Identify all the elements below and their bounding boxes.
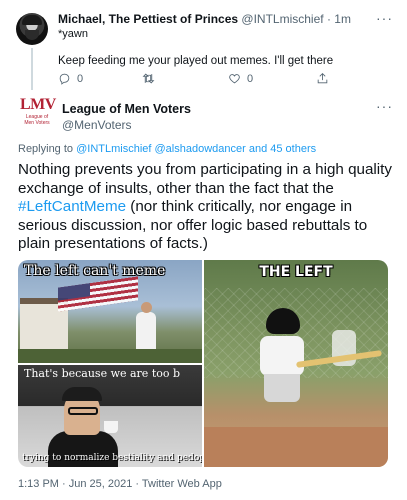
- dirt-shape: [204, 427, 388, 467]
- reply-header: Michael, The Pettiest of Princes @INTLmi…: [58, 12, 351, 26]
- tweet-body: Nothing prevents you from participating …: [18, 161, 398, 254]
- main-display-name[interactable]: League of Men Voters: [62, 102, 191, 116]
- share-icon: [317, 73, 328, 84]
- lmv-logo: LMV: [20, 96, 56, 113]
- retweet-icon: [142, 73, 155, 84]
- reply-avatar[interactable]: [16, 13, 48, 45]
- reply-text: Keep feeding me your played out memes. I…: [58, 55, 334, 67]
- cup-shape: [104, 421, 118, 433]
- more-icon[interactable]: ···: [376, 98, 393, 114]
- tweet-timestamp[interactable]: 1:13 PM · Jun 25, 2021 · Twitter Web App: [18, 478, 222, 490]
- replying-prefix: Replying to: [18, 143, 77, 155]
- avatar-beard: [25, 30, 39, 40]
- replying-to: Replying to @INTLmischief @alshadowdance…: [18, 143, 316, 155]
- reply-count: 0: [77, 72, 84, 85]
- replying-to-link[interactable]: @INTLmischief @alshadowdancer and 45 oth…: [76, 143, 316, 155]
- reply-button[interactable]: 0: [58, 72, 83, 85]
- shirt-shape: [260, 336, 304, 376]
- pants-shape: [264, 374, 300, 402]
- meme-caption-bottom-left: That's because we are too b: [24, 367, 181, 380]
- more-icon[interactable]: ···: [376, 10, 393, 26]
- reply-handle[interactable]: @INTLmischief: [241, 12, 323, 26]
- media-image-right[interactable]: THE LEFT: [204, 260, 388, 467]
- media-grid: The left can't meme That's because we ar…: [18, 260, 388, 467]
- main-avatar[interactable]: LMV League of Men Voters: [20, 96, 56, 132]
- hashtag-link[interactable]: #LeftCantMeme: [18, 198, 126, 215]
- person-shape: [136, 302, 156, 352]
- media-image-bottom-left[interactable]: That's because we are too b trying to no…: [18, 365, 202, 467]
- meme-caption-top-left: The left can't meme: [24, 263, 166, 279]
- reply-subline: *yawn: [58, 28, 88, 40]
- like-icon: [229, 74, 240, 84]
- batter-shape: [256, 308, 308, 402]
- avatar-hair: [22, 15, 42, 25]
- helmet-shape: [266, 308, 300, 334]
- like-count: 0: [247, 72, 254, 85]
- meme-caption-right: THE LEFT: [259, 264, 333, 280]
- reply-tweet[interactable]: Michael, The Pettiest of Princes @INTLmi…: [0, 0, 407, 90]
- media-image-top-left[interactable]: The left can't meme: [18, 260, 202, 363]
- lmv-logo-subtitle: League of Men Voters: [24, 114, 50, 126]
- tweet-text-part1: Nothing prevents you from participating …: [18, 161, 392, 197]
- thread-line: [31, 48, 33, 90]
- reply-header-separator: ·: [323, 12, 335, 26]
- grass-shape: [18, 349, 202, 363]
- glasses-shape: [68, 407, 98, 415]
- retweet-button[interactable]: [142, 72, 161, 85]
- reply-time[interactable]: 1m: [334, 12, 351, 26]
- like-button[interactable]: 0: [228, 72, 253, 85]
- meme-subcaption-bottom-left: trying to normalize bestiality and pedop: [22, 453, 202, 463]
- reply-display-name[interactable]: Michael, The Pettiest of Princes: [58, 12, 238, 26]
- reply-actions: 0 0: [58, 72, 388, 88]
- main-handle[interactable]: @MenVoters: [62, 118, 132, 132]
- share-button[interactable]: [316, 72, 329, 85]
- reply-icon: [59, 73, 70, 85]
- flag-shape: [58, 276, 138, 312]
